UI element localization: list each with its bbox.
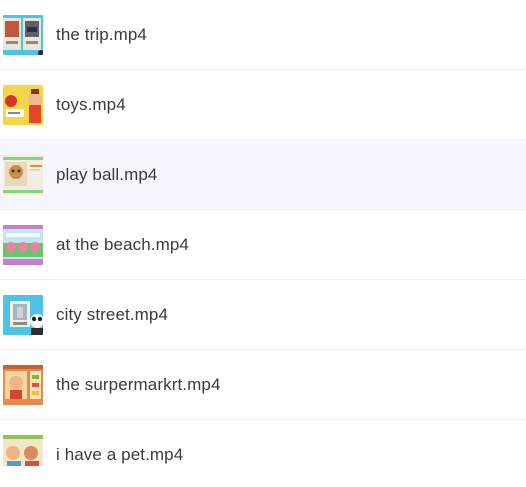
file-row-the-trip[interactable]: the trip.mp4 bbox=[0, 0, 526, 70]
video-thumbnail-icon bbox=[3, 14, 43, 55]
video-thumbnail-icon bbox=[3, 294, 43, 335]
file-name: toys.mp4 bbox=[56, 94, 126, 114]
file-name: city street.mp4 bbox=[56, 304, 169, 324]
file-name: i have a pet.mp4 bbox=[56, 444, 184, 464]
file-row-the-surpermarkrt[interactable]: the surpermarkrt.mp4 bbox=[0, 350, 526, 420]
file-name: the trip.mp4 bbox=[56, 24, 147, 44]
video-thumbnail-icon bbox=[3, 434, 43, 466]
file-name: at the beach.mp4 bbox=[56, 234, 189, 254]
file-row-play-ball[interactable]: play ball.mp4 bbox=[0, 140, 526, 210]
file-row-i-have-a-pet[interactable]: i have a pet.mp4 bbox=[0, 420, 526, 466]
video-thumbnail-icon bbox=[3, 224, 43, 265]
file-row-at-the-beach[interactable]: at the beach.mp4 bbox=[0, 210, 526, 280]
file-row-city-street[interactable]: city street.mp4 bbox=[0, 280, 526, 350]
file-list: the trip.mp4 toys.mp4 play ball.mp4 at t… bbox=[0, 0, 526, 466]
file-name: the surpermarkrt.mp4 bbox=[56, 374, 221, 394]
file-row-toys[interactable]: toys.mp4 bbox=[0, 70, 526, 140]
file-name: play ball.mp4 bbox=[56, 164, 158, 184]
video-thumbnail-icon bbox=[3, 84, 43, 125]
list-footer bbox=[0, 466, 526, 487]
video-thumbnail-icon bbox=[3, 364, 43, 405]
video-thumbnail-icon bbox=[3, 154, 43, 195]
